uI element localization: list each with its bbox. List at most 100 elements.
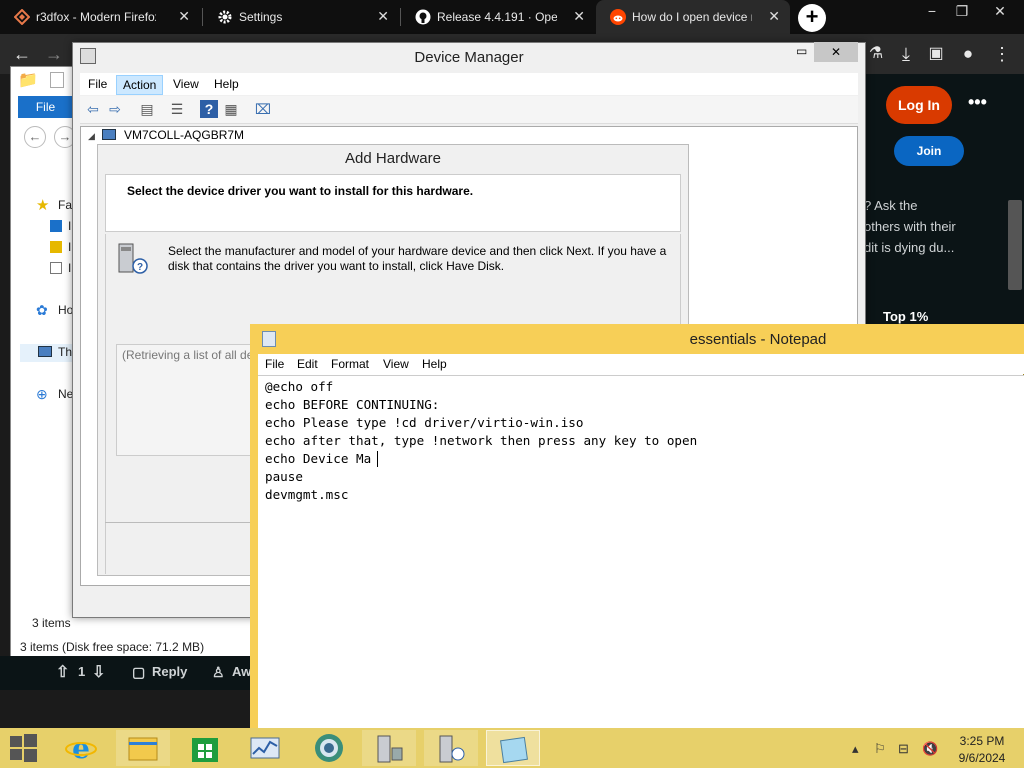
- sidebar-icon[interactable]: ▣: [922, 40, 950, 68]
- close-icon[interactable]: ✕: [178, 8, 190, 25]
- award-button[interactable]: Aw: [232, 664, 251, 679]
- upvote-icon[interactable]: ⇧: [56, 662, 69, 682]
- tab-r3dfox[interactable]: r3dfox - Modern Firefox ✕: [0, 0, 200, 34]
- status-bar: 3 items (Disk free space: 71.2 MB): [20, 640, 205, 654]
- clock-time[interactable]: 3:25 PM: [950, 734, 1014, 748]
- award-icon[interactable]: ♙: [212, 664, 225, 681]
- flag-icon[interactable]: ⚐: [874, 741, 886, 757]
- post-snippet-line: others with their: [864, 219, 956, 234]
- nav-this-pc[interactable]: Th: [58, 345, 72, 359]
- recent-icon: [50, 262, 62, 274]
- github-icon: [415, 9, 431, 25]
- store-icon[interactable]: [178, 730, 232, 766]
- document-icon: [50, 72, 64, 88]
- browser-globe-icon[interactable]: [302, 730, 356, 766]
- tab-github-release[interactable]: Release 4.4.191 · Open- ✕: [401, 0, 595, 34]
- close-window-button[interactable]: ✕: [814, 42, 858, 62]
- internet-explorer-icon[interactable]: e: [54, 730, 108, 766]
- device-manager-icon[interactable]: [362, 730, 416, 766]
- menu-view[interactable]: View: [383, 357, 409, 371]
- menu-bar: [258, 354, 1024, 374]
- menu-action[interactable]: Action: [116, 75, 164, 95]
- network-icon[interactable]: ⊟: [898, 741, 909, 757]
- top-percent-badge: Top 1%: [883, 309, 929, 324]
- nav-item[interactable]: I: [68, 240, 71, 254]
- gear-icon: [217, 9, 233, 25]
- menu-file[interactable]: File: [265, 357, 284, 371]
- computer-icon: [38, 346, 52, 357]
- svg-text:?: ?: [137, 262, 143, 273]
- nav-item[interactable]: I: [68, 261, 71, 275]
- close-icon[interactable]: ✕: [573, 8, 585, 25]
- tab-settings[interactable]: Settings ✕: [203, 0, 399, 34]
- new-tab-button[interactable]: +: [798, 4, 826, 32]
- start-icon[interactable]: [8, 733, 38, 763]
- reddit-icon: [610, 9, 626, 25]
- help-icon[interactable]: ?: [200, 100, 218, 118]
- minimize-button[interactable]: ▭: [796, 44, 807, 58]
- properties-icon[interactable]: ▤: [138, 100, 156, 118]
- folder-icon: 📁: [18, 72, 38, 89]
- text-line: pause: [265, 469, 303, 484]
- back-arrow-icon[interactable]: ←: [8, 40, 36, 68]
- forward-arrow-icon[interactable]: →: [40, 40, 68, 68]
- chevron-up-icon[interactable]: ▴: [852, 741, 859, 757]
- divider: [105, 522, 255, 523]
- computer-icon: [102, 129, 116, 140]
- clock-date[interactable]: 9/6/2024: [950, 751, 1014, 765]
- notepad-icon[interactable]: [486, 730, 540, 766]
- tab-label: Settings: [239, 10, 283, 24]
- scan-hardware-icon[interactable]: ⌧: [254, 100, 272, 118]
- dialog-heading: Select the device driver you want to ins…: [127, 184, 474, 198]
- page-scrollbar[interactable]: [1008, 200, 1022, 290]
- dialog-title: Add Hardware: [345, 150, 441, 167]
- maximize-button[interactable]: ❐: [944, 0, 980, 24]
- close-icon[interactable]: ✕: [377, 8, 389, 25]
- download-icon[interactable]: ⤓: [892, 40, 920, 68]
- menu-dots-icon[interactable]: ⋮: [988, 40, 1016, 68]
- downvote-icon[interactable]: ⇩: [92, 662, 105, 682]
- more-options-button[interactable]: •••: [968, 92, 987, 113]
- collapse-icon[interactable]: ◢: [88, 131, 95, 142]
- action-pane-icon[interactable]: ▦: [222, 100, 240, 118]
- nav-item[interactable]: I: [68, 219, 71, 233]
- menu-help[interactable]: Help: [422, 357, 447, 371]
- volume-muted-icon[interactable]: 🔇: [922, 741, 938, 757]
- menu-format[interactable]: Format: [331, 357, 369, 371]
- forward-arrow-icon[interactable]: ⇨: [106, 100, 124, 118]
- add-hardware-icon[interactable]: [424, 730, 478, 766]
- reply-button[interactable]: Reply: [152, 664, 187, 679]
- items-count: 3 items: [32, 616, 71, 630]
- tree-root[interactable]: VM7COLL-AQGBR7M: [124, 128, 244, 142]
- menu-view[interactable]: View: [167, 75, 205, 93]
- join-button[interactable]: Join: [894, 136, 964, 166]
- desktop-icon: [50, 220, 62, 232]
- nav-favorites[interactable]: Fa: [58, 198, 72, 212]
- text-line: devmgmt.msc: [265, 487, 349, 502]
- menu-help[interactable]: Help: [208, 75, 245, 93]
- menu-edit[interactable]: Edit: [297, 357, 318, 371]
- list-icon[interactable]: ☰: [168, 100, 186, 118]
- network-icon: ⊕: [36, 386, 48, 402]
- login-button[interactable]: Log In: [886, 86, 952, 124]
- post-snippet-line: ? Ask the: [864, 198, 918, 213]
- performance-monitor-icon[interactable]: [238, 730, 292, 766]
- menu-file[interactable]: File: [82, 75, 113, 93]
- manufacturer-list[interactable]: (Retrieving a list of all de: [116, 344, 256, 456]
- window-frame: [250, 354, 258, 734]
- close-window-button[interactable]: ✕: [982, 0, 1018, 24]
- dialog-header: [105, 174, 681, 232]
- ribbon-file-tab[interactable]: File: [18, 96, 73, 118]
- comment-icon[interactable]: ▢: [132, 664, 145, 681]
- back-arrow-icon[interactable]: ⇦: [84, 100, 102, 118]
- close-icon[interactable]: ✕: [768, 8, 780, 25]
- tab-label: Release 4.4.191 · Open-: [437, 10, 557, 24]
- file-explorer-icon[interactable]: [116, 730, 170, 766]
- tab-reddit[interactable]: How do I open device m ✕: [596, 0, 790, 34]
- account-icon[interactable]: ●: [954, 40, 982, 68]
- back-arrow-icon[interactable]: ←: [24, 126, 46, 148]
- svg-text:e: e: [72, 732, 90, 765]
- text-caret: [377, 451, 378, 467]
- post-snippet-line: dit is dying du...: [864, 240, 955, 255]
- flask-icon[interactable]: ⚗: [862, 40, 890, 68]
